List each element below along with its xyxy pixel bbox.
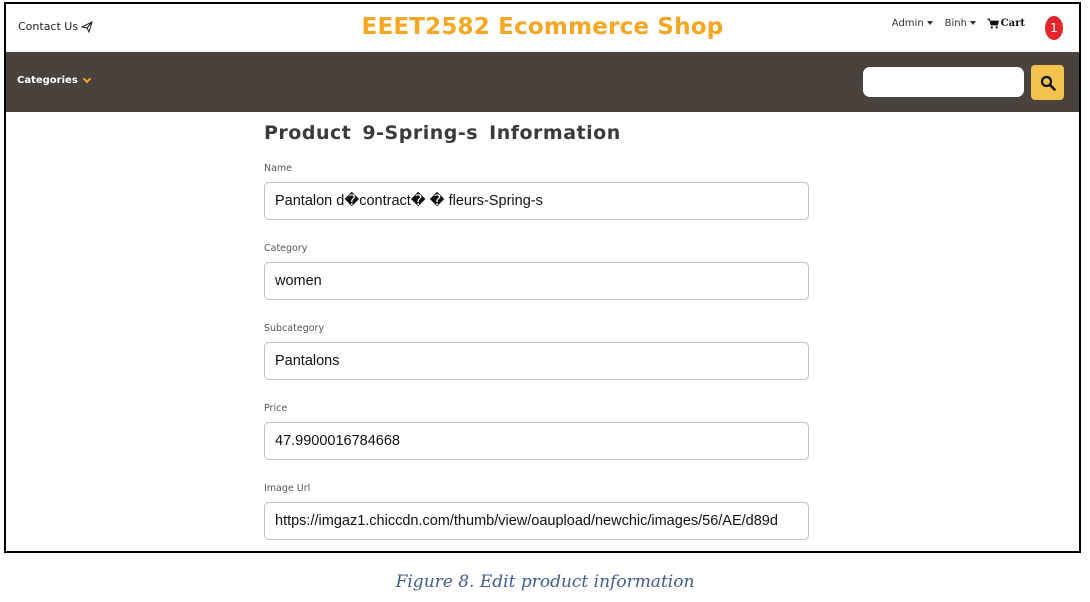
subcategory-label: Subcategory — [264, 323, 325, 334]
cart-label: Cart — [1000, 18, 1025, 29]
user-label: Binh — [944, 18, 967, 29]
price-field[interactable]: 47.9900016784668 — [264, 422, 809, 460]
image-url-label: Image Url — [264, 483, 311, 494]
search-icon — [1040, 75, 1056, 91]
admin-label: Admin — [891, 18, 924, 29]
price-label: Price — [264, 403, 288, 414]
name-field[interactable]: Pantalon d�contract� � fleurs-Spring-s — [264, 182, 809, 220]
cart-link[interactable]: Cart — [986, 18, 1025, 29]
name-label: Name — [264, 163, 293, 174]
cart-icon — [986, 18, 999, 29]
category-field[interactable]: women — [264, 262, 809, 300]
search-button[interactable] — [1031, 65, 1064, 100]
user-menu: Admin Binh — [892, 18, 976, 29]
search-input[interactable] — [863, 67, 1024, 97]
image-url-field[interactable]: https://imgaz1.chiccdn.com/thumb/view/oa… — [264, 502, 809, 540]
chevron-down-icon — [82, 74, 92, 84]
categories-label: Categories — [17, 75, 78, 86]
cart-count-badge: 1 — [1045, 16, 1063, 40]
caret-down-icon — [970, 21, 976, 25]
category-label: Category — [264, 243, 308, 254]
product-form: Product 9-Spring-s Information Name Pant… — [264, 122, 809, 551]
app-window: Contact Us EEET2582 Ecommerce Shop Admin… — [4, 2, 1081, 553]
page-title: Product 9-Spring-s Information — [264, 122, 621, 144]
caret-down-icon — [926, 21, 933, 25]
user-dropdown[interactable]: Binh — [945, 18, 976, 29]
figure-caption: Figure 8. Edit product information — [395, 572, 695, 592]
subcategory-field[interactable]: Pantalons — [264, 342, 809, 380]
navbar: Categories — [6, 52, 1079, 112]
categories-dropdown[interactable]: Categories — [17, 74, 92, 86]
top-header: Contact Us EEET2582 Ecommerce Shop Admin… — [6, 4, 1079, 52]
admin-dropdown[interactable]: Admin — [892, 18, 933, 29]
